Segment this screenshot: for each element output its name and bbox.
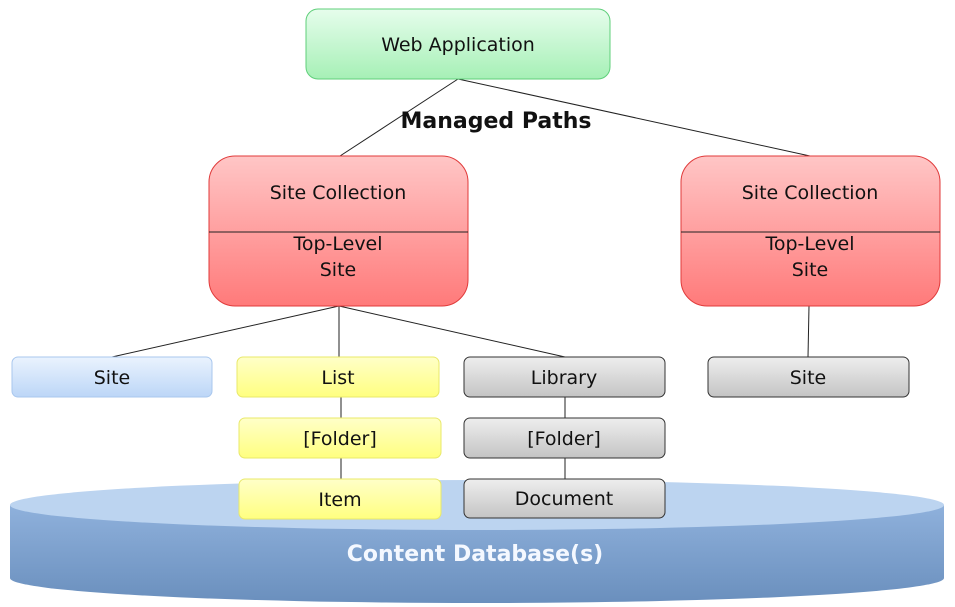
content-database-label: Content Database(s) [347,542,603,567]
site-collection-label: Site Collection [270,182,407,204]
web-application-node[interactable]: Web Application [305,8,611,80]
site-collection-left-node[interactable]: Site Collection Top-Level Site [208,155,469,307]
top-level-label: Top-Level [764,233,854,255]
top-level-label: Top-Level [292,233,382,255]
site-collection-right-node[interactable]: Site Collection Top-Level Site [680,155,941,307]
library-node[interactable]: Library [463,356,666,398]
document-label: Document [515,488,613,510]
site-right-label: Site [790,367,826,389]
document-node[interactable]: Document [463,478,666,519]
list-node[interactable]: List [236,356,440,398]
list-folder-node[interactable]: [Folder] [238,417,442,459]
list-label: List [321,367,354,389]
site-left-label: Site [94,367,130,389]
library-label: Library [531,367,597,389]
sharepoint-hierarchy-diagram: Content Database(s) Web Application Mana… [10,8,944,603]
site-right-node[interactable]: Site [707,356,910,398]
item-node[interactable]: Item [238,478,442,520]
list-folder-label: [Folder] [303,428,377,450]
site-left-node[interactable]: Site [11,356,213,398]
library-folder-node[interactable]: [Folder] [463,417,666,459]
web-application-label: Web Application [381,34,535,56]
managed-paths-label: Managed Paths [401,109,592,134]
item-label: Item [318,489,361,511]
library-folder-label: [Folder] [527,428,601,450]
site-collection-label: Site Collection [742,182,879,204]
site-label: Site [320,259,356,281]
site-label: Site [792,259,828,281]
